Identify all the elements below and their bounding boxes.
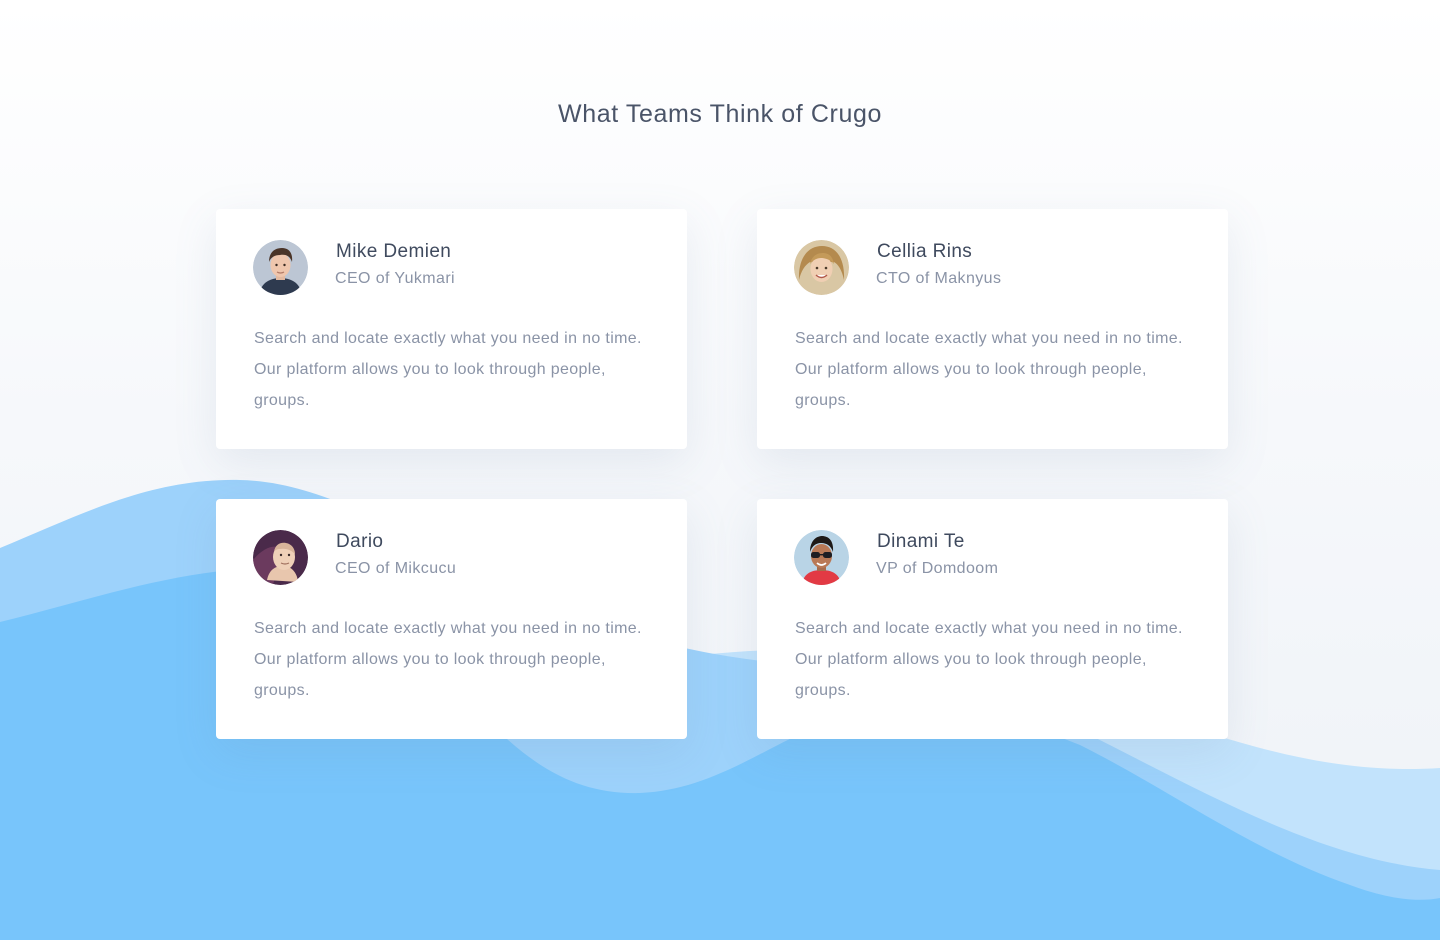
testimonial-name: Mike Demien [336, 241, 452, 262]
testimonial-role: CEO of Mikcucu [335, 560, 457, 577]
testimonial-role: VP of Domdoom [876, 560, 999, 577]
avatar [794, 240, 849, 295]
testimonial-card: Dinami Te VP of Domdoom Search and locat… [757, 499, 1228, 739]
testimonial-name: Dinami Te [877, 531, 965, 552]
testimonial-card: Dario CEO of Mikcucu Search and locate e… [216, 499, 687, 739]
testimonial-quote: Search and locate exactly what you need … [254, 620, 642, 699]
background-waves [0, 479, 1440, 940]
avatar [253, 530, 308, 585]
avatar [253, 240, 308, 295]
testimonial-card: Mike Demien CEO of Yukmari Search and lo… [216, 209, 687, 449]
testimonial-role: CEO of Yukmari [335, 270, 456, 287]
avatar [794, 530, 849, 585]
testimonial-quote: Search and locate exactly what you need … [795, 620, 1183, 699]
testimonial-name: Cellia Rins [877, 241, 973, 262]
testimonial-card: Cellia Rins CTO of Maknyus Search and lo… [757, 209, 1228, 449]
testimonial-role: CTO of Maknyus [876, 270, 1002, 287]
testimonial-quote: Search and locate exactly what you need … [795, 330, 1183, 409]
section-title: What Teams Think of Crugo [558, 100, 882, 128]
testimonial-quote: Search and locate exactly what you need … [254, 330, 642, 409]
testimonial-name: Dario [336, 531, 384, 552]
